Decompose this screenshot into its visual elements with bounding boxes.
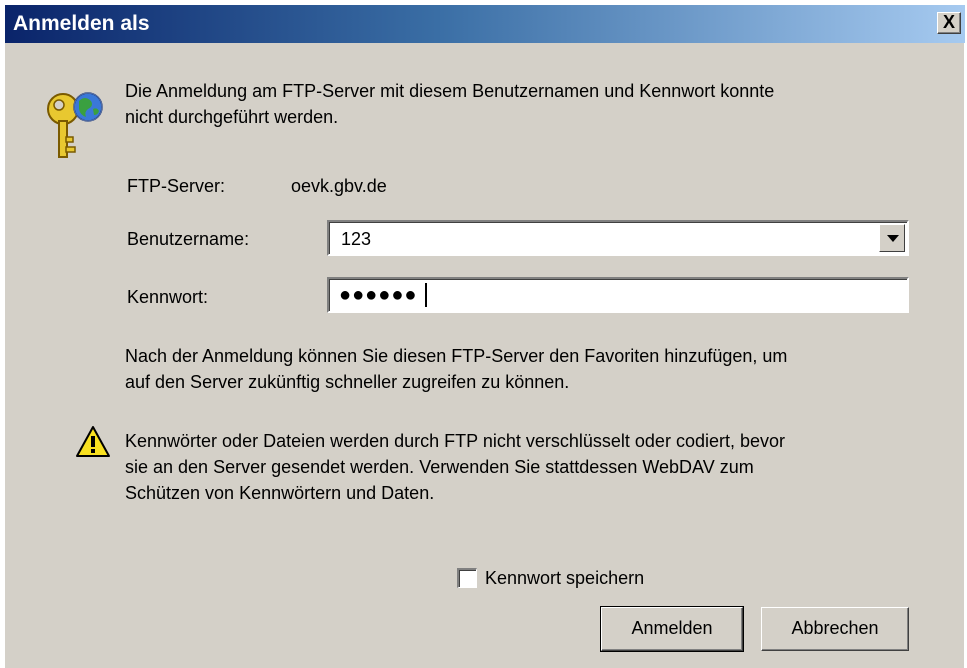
key-globe-icon (39, 83, 111, 163)
password-field[interactable]: ●●●●●● (327, 277, 909, 313)
username-dropdown-button[interactable] (879, 224, 905, 252)
cancel-button[interactable]: Abbrechen (761, 607, 909, 651)
password-label: Kennwort: (127, 287, 209, 307)
login-dialog: Anmelden als X Die Anmeldung am FTP-Serv… (4, 4, 965, 668)
warning-line-1: Kennwörter oder Dateien werden durch FTP… (125, 431, 785, 451)
error-message-line-2: nicht durchgeführt werden. (125, 107, 339, 127)
error-message-line-1: Die Anmeldung am FTP-Server mit diesem B… (125, 81, 775, 101)
close-button[interactable]: X (937, 12, 961, 34)
dialog-title: Anmelden als (13, 12, 150, 35)
text-caret (425, 283, 427, 307)
username-label: Benutzername: (127, 229, 250, 249)
warning-icon (75, 425, 111, 459)
info-line-1: Nach der Anmeldung können Sie diesen FTP… (125, 346, 788, 366)
save-password-checkbox[interactable] (457, 568, 477, 588)
warning-line-3: Schützen von Kennwörtern und Daten. (125, 483, 435, 503)
username-value: 123 (341, 229, 372, 249)
login-button[interactable]: Anmelden (600, 606, 744, 652)
ftp-server-label: FTP-Server: (127, 176, 226, 196)
title-bar: Anmelden als X (5, 5, 965, 43)
info-line-2: auf den Server zukünftig schneller zugre… (125, 372, 570, 392)
chevron-down-icon (887, 235, 899, 242)
warning-line-2: sie an den Server gesendet werden. Verwe… (125, 457, 754, 477)
password-masked-value: ●●●●●● (339, 284, 418, 306)
save-password-label[interactable]: Kennwort speichern (485, 566, 644, 590)
ftp-server-value: oevk.gbv.de (291, 176, 387, 196)
username-combobox[interactable]: 123 (327, 220, 909, 256)
